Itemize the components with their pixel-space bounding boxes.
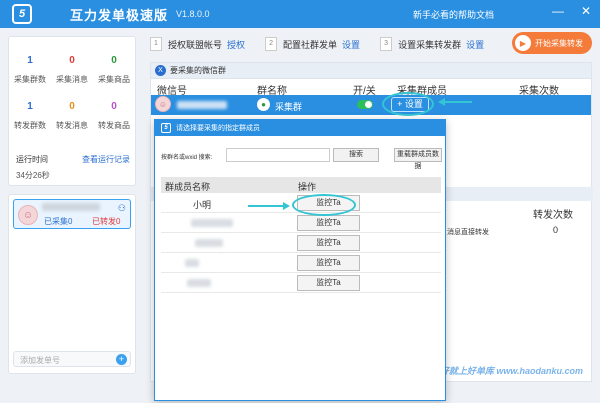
collect-toggle[interactable]: [357, 100, 373, 109]
group-icon: ●: [257, 98, 270, 111]
monitor-button[interactable]: 监控Ta: [297, 275, 360, 291]
member-name-blurred: [191, 219, 233, 227]
annotation-arrow: [444, 101, 472, 103]
play-icon: ▶: [515, 35, 531, 51]
forward-count-header: 转发次数: [533, 210, 573, 221]
highlight-ring: [382, 92, 434, 116]
add-account-input[interactable]: 添加发单号 +: [13, 351, 131, 367]
table-row: 监控Ta: [161, 233, 441, 253]
app-title: 互力发单极速版: [70, 7, 169, 23]
arrow-head-icon: [283, 202, 290, 210]
table-row: 监控Ta: [161, 253, 441, 273]
app-logo-icon: 5: [12, 4, 32, 24]
set-groups-link[interactable]: 设置: [466, 38, 484, 51]
dialog-title: 请选择要采集的指定群成员: [176, 125, 260, 132]
watermark: 好就上好单库 www.haodanku.com: [439, 366, 583, 376]
setup-steps: 1 授权联盟帐号 授权 2 配置社群发单 设置 3 设置采集转发群 设置 ▶ 开…: [150, 30, 592, 58]
add-account-placeholder: 添加发单号: [20, 356, 60, 365]
members-table-header: 群成员名称 操作: [161, 177, 441, 193]
minimize-icon[interactable]: —: [550, 4, 566, 18]
wechat-id-blurred: [177, 101, 227, 109]
forward-count-value: 0: [553, 225, 559, 235]
start-collect-forward-button[interactable]: ▶ 开始采集转发: [512, 32, 592, 54]
highlight-ring: [292, 194, 356, 216]
account-name-blurred: [42, 203, 100, 211]
stat-collect-products: 0 采集商品: [98, 55, 130, 84]
title-bar: 5 互力发单极速版 V1.8.0.0 新手必看的帮助文档 — ✕: [0, 0, 600, 28]
window-controls: — ✕: [550, 4, 594, 18]
step-authorize: 1 授权联盟帐号 授权: [150, 37, 245, 51]
account-item[interactable]: ☺ ⚇ 已采集0 已转发0: [13, 199, 131, 229]
runtime-label: 运行时间: [16, 155, 48, 164]
step-config-group: 2 配置社群发单 设置: [265, 37, 360, 51]
select-members-dialog: 5 请选择要采集的指定群成员 按群名或wxid 搜索: 搜索 重载群成员数据 群…: [154, 119, 446, 401]
avatar: ☺: [18, 205, 38, 225]
search-button[interactable]: 搜索: [333, 148, 379, 162]
stats-card: 1 采集群数 0 采集消息 0 采集商品 1 转发群数 0 转发消息 0 转发商品 运行时间…: [8, 36, 136, 186]
runtime-value: 34分26秒: [16, 171, 50, 180]
stat-forward-products: 0 转发商品: [98, 101, 130, 130]
table-row: 监控Ta: [161, 213, 441, 233]
stat-forward-groups: 1 转发群数: [14, 101, 46, 130]
account-list: ☺ ⚇ 已采集0 已转发0 添加发单号 +: [8, 194, 136, 374]
app-version: V1.8.0.0: [176, 9, 210, 19]
monitor-button[interactable]: 监控Ta: [297, 235, 360, 251]
member-name-blurred: [187, 279, 211, 287]
member-search-input[interactable]: [226, 148, 330, 162]
close-icon[interactable]: ✕: [578, 4, 594, 18]
stat-collect-groups: 1 采集群数: [14, 55, 46, 84]
stats-row-collect: 1 采集群数 0 采集消息 0 采集商品: [9, 55, 135, 85]
left-panel: 1 采集群数 0 采集消息 0 采集商品 1 转发群数 0 转发消息 0 转发商品 运行时间…: [8, 36, 136, 376]
help-doc-link[interactable]: 新手必看的帮助文档: [413, 8, 494, 21]
config-group-link[interactable]: 设置: [342, 38, 360, 51]
arrow-head-icon: [438, 98, 445, 106]
step-set-groups: 3 设置采集转发群 设置: [380, 37, 484, 51]
monitor-button[interactable]: 监控Ta: [297, 215, 360, 231]
members-table: 群成员名称 操作 小明 监控Ta 监控Ta 监控Ta 监控Ta 监控Ta: [161, 177, 441, 293]
member-name-blurred: [195, 239, 223, 247]
stat-forward-messages: 0 转发消息: [56, 101, 88, 130]
table-row: 监控Ta: [161, 273, 441, 293]
annotation-arrow: [248, 205, 284, 207]
reload-members-button[interactable]: 重载群成员数据: [394, 148, 442, 170]
authorize-link[interactable]: 授权: [227, 38, 245, 51]
collect-table-header: 微信号 群名称 开/关 采集群成员 采集次数: [157, 86, 559, 97]
run-log-link[interactable]: 查看运行记录: [82, 154, 130, 165]
app-logo-icon: 5: [161, 123, 171, 133]
collect-section-header: X 要采集的微信群: [151, 63, 591, 79]
group-name: 采集群: [275, 102, 303, 112]
stats-row-forward: 1 转发群数 0 转发消息 0 转发商品: [9, 101, 135, 131]
collect-section-icon: X: [155, 65, 166, 76]
avatar: ☺: [155, 96, 171, 112]
stat-collect-messages: 0 采集消息: [56, 55, 88, 84]
member-name-blurred: [185, 259, 199, 267]
account-forwarded-count: 已转发0: [92, 217, 121, 226]
monitor-button[interactable]: 监控Ta: [297, 255, 360, 271]
collect-group-row[interactable]: ☺ ● 采集群 + 设置: [151, 95, 591, 115]
account-collected-count: 已采集0: [44, 217, 73, 226]
forward-mode-text: 消息直接转发: [447, 229, 489, 236]
user-settings-icon[interactable]: ⚇: [118, 203, 126, 214]
dialog-title-bar: 5 请选择要采集的指定群成员: [155, 120, 445, 136]
search-label: 按群名或wxid 搜索:: [161, 155, 213, 161]
member-name: 小明: [193, 200, 212, 210]
add-account-button[interactable]: +: [116, 354, 127, 365]
